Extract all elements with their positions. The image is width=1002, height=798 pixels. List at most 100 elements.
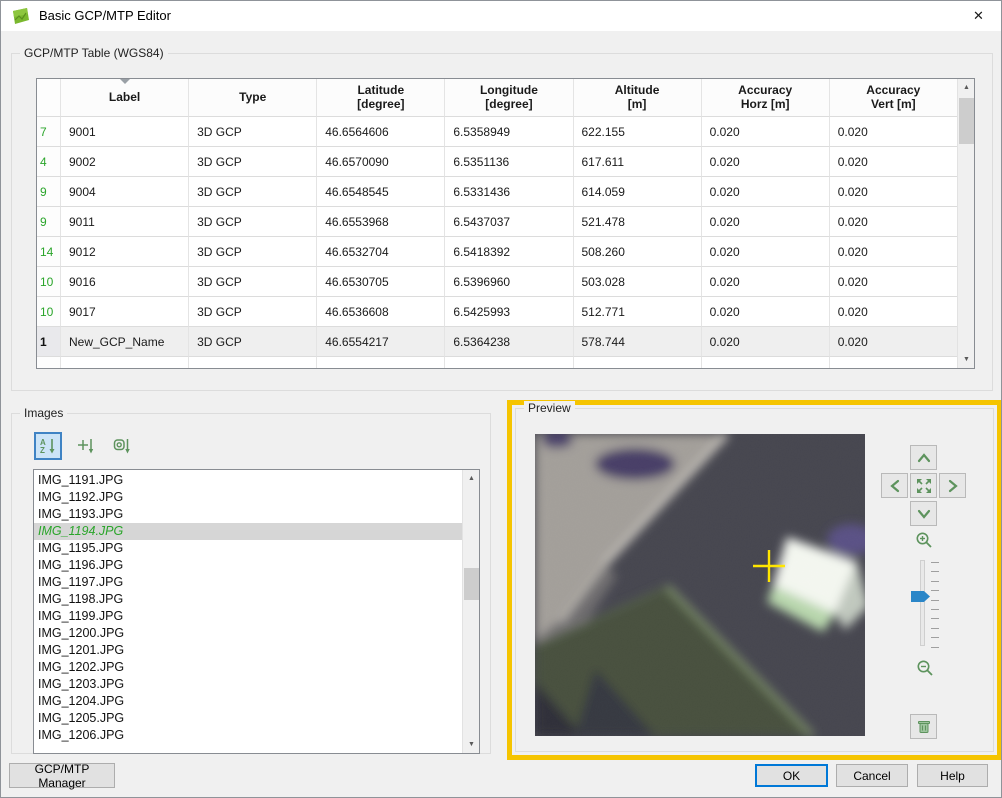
cell-latitude[interactable]: 46.6554217 [317,327,445,357]
cell-latitude[interactable]: 46.6553968 [317,207,445,237]
image-list-item[interactable]: IMG_1196.JPG [34,557,479,574]
table-row[interactable]: 4 9002 3D GCP 46.6570090 6.5351136 617.6… [37,147,958,177]
cell-label[interactable]: 9011 [61,207,189,237]
image-list-item-selected[interactable]: IMG_1194.JPG [34,523,479,540]
image-list-item[interactable]: IMG_1201.JPG [34,642,479,659]
image-list-item[interactable]: IMG_1203.JPG [34,676,479,693]
cell-accuracy-vert[interactable]: 0.020 [830,237,958,267]
cell-altitude[interactable]: 578.744 [574,327,702,357]
fit-view-button[interactable] [910,473,937,498]
cell-accuracy-horz[interactable]: 0.020 [702,147,830,177]
cell-latitude[interactable]: 46.6536608 [317,297,445,327]
table-row[interactable]: 14 9012 3D GCP 46.6532704 6.5418392 508.… [37,237,958,267]
cell-latitude[interactable]: 46.6564606 [317,117,445,147]
cell-longitude[interactable]: 6.5351136 [445,147,573,177]
cell-accuracy-vert[interactable]: 0.020 [830,297,958,327]
cell-label[interactable]: 9001 [61,117,189,147]
image-list-item[interactable]: IMG_1202.JPG [34,659,479,676]
cell-type[interactable]: 3D GCP [189,177,317,207]
image-list-item[interactable]: IMG_1200.JPG [34,625,479,642]
cell-altitude[interactable]: 521.478 [574,207,702,237]
scroll-down-icon[interactable]: ▼ [463,736,480,753]
cell-type[interactable]: 3D GCP [189,237,317,267]
pan-up-button[interactable] [910,445,937,470]
zoom-slider-track[interactable] [920,560,925,646]
zoom-slider-thumb[interactable] [911,591,930,602]
cell-latitude[interactable]: 46.6532704 [317,237,445,267]
table-row[interactable]: 10 9017 3D GCP 46.6536608 6.5425993 512.… [37,297,958,327]
cell-label[interactable]: 9012 [61,237,189,267]
cell-type[interactable]: 3D GCP [189,267,317,297]
table-row-selected[interactable]: 1 New_GCP_Name 3D GCP 46.6554217 6.53642… [37,327,958,357]
table-scrollbar[interactable]: ▲ ▼ [957,79,974,368]
sort-by-marked-button[interactable] [72,432,100,460]
cell-longitude[interactable]: 6.5437037 [445,207,573,237]
delete-mark-button[interactable] [910,714,937,739]
scroll-down-icon[interactable]: ▼ [958,351,975,368]
cell-type[interactable]: 3D GCP [189,117,317,147]
cell-label[interactable]: 9017 [61,297,189,327]
image-list-item[interactable]: IMG_1205.JPG [34,710,479,727]
sort-by-projection-button[interactable] [108,432,136,460]
zoom-in-button[interactable] [915,531,933,549]
image-list-item[interactable]: IMG_1195.JPG [34,540,479,557]
table-row[interactable]: 9 9004 3D GCP 46.6548545 6.5331436 614.0… [37,177,958,207]
table-row[interactable]: 10 9016 3D GCP 46.6530705 6.5396960 503.… [37,267,958,297]
image-list-item[interactable]: IMG_1193.JPG [34,506,479,523]
image-list-item[interactable]: IMG_1199.JPG [34,608,479,625]
cell-accuracy-horz[interactable]: 0.020 [702,177,830,207]
cell-altitude[interactable]: 622.155 [574,117,702,147]
cell-type[interactable]: 3D GCP [189,327,317,357]
cell-type[interactable]: 3D GCP [189,297,317,327]
cell-altitude[interactable]: 508.260 [574,237,702,267]
header-label[interactable]: Label [61,79,189,117]
cell-longitude[interactable]: 6.5418392 [445,237,573,267]
pan-left-button[interactable] [881,473,908,498]
header-altitude[interactable]: Altitude[m] [574,79,702,117]
table-scrollbar-thumb[interactable] [959,98,974,144]
cell-accuracy-vert[interactable]: 0.020 [830,207,958,237]
cell-label[interactable]: 9016 [61,267,189,297]
image-list-item[interactable]: IMG_1197.JPG [34,574,479,591]
cell-accuracy-vert[interactable]: 0.020 [830,147,958,177]
image-list-item[interactable]: IMG_1204.JPG [34,693,479,710]
cancel-button[interactable]: Cancel [836,764,908,787]
help-button[interactable]: Help [917,764,988,787]
pan-right-button[interactable] [939,473,966,498]
cell-accuracy-horz[interactable]: 0.020 [702,327,830,357]
cell-altitude[interactable]: 617.611 [574,147,702,177]
preview-image[interactable] [535,434,865,736]
ok-button[interactable]: OK [755,764,828,787]
table-row[interactable]: 7 9001 3D GCP 46.6564606 6.5358949 622.1… [37,117,958,147]
scroll-up-icon[interactable]: ▲ [463,470,480,487]
cell-type[interactable]: 3D GCP [189,147,317,177]
sort-alphabetical-button[interactable]: A Z [34,432,62,460]
cell-accuracy-horz[interactable]: 0.020 [702,297,830,327]
image-list-item[interactable]: IMG_1198.JPG [34,591,479,608]
cell-latitude[interactable]: 46.6548545 [317,177,445,207]
cell-accuracy-vert[interactable]: 0.020 [830,177,958,207]
pan-down-button[interactable] [910,501,937,526]
cell-altitude[interactable]: 503.028 [574,267,702,297]
cell-label[interactable]: 9002 [61,147,189,177]
cell-accuracy-horz[interactable]: 0.020 [702,237,830,267]
image-list-item[interactable]: IMG_1192.JPG [34,489,479,506]
cell-label[interactable]: New_GCP_Name [61,327,189,357]
gcp-mtp-manager-button[interactable]: GCP/MTP Manager [9,763,115,788]
cell-longitude[interactable]: 6.5425993 [445,297,573,327]
header-latitude[interactable]: Latitude[degree] [317,79,445,117]
cell-latitude[interactable]: 46.6570090 [317,147,445,177]
cell-accuracy-horz[interactable]: 0.020 [702,207,830,237]
image-list-item[interactable]: IMG_1206.JPG [34,727,479,744]
image-list-scrollbar-thumb[interactable] [464,568,479,600]
cell-accuracy-vert[interactable]: 0.020 [830,267,958,297]
image-list-item[interactable]: IMG_1191.JPG [34,472,479,489]
cell-longitude[interactable]: 6.5396960 [445,267,573,297]
cell-accuracy-horz[interactable]: 0.020 [702,117,830,147]
image-list-scrollbar[interactable]: ▲ ▼ [462,470,479,753]
zoom-out-button[interactable] [916,659,934,677]
cell-longitude[interactable]: 6.5331436 [445,177,573,207]
cell-type[interactable]: 3D GCP [189,207,317,237]
cell-accuracy-vert[interactable]: 0.020 [830,327,958,357]
cell-accuracy-horz[interactable]: 0.020 [702,267,830,297]
